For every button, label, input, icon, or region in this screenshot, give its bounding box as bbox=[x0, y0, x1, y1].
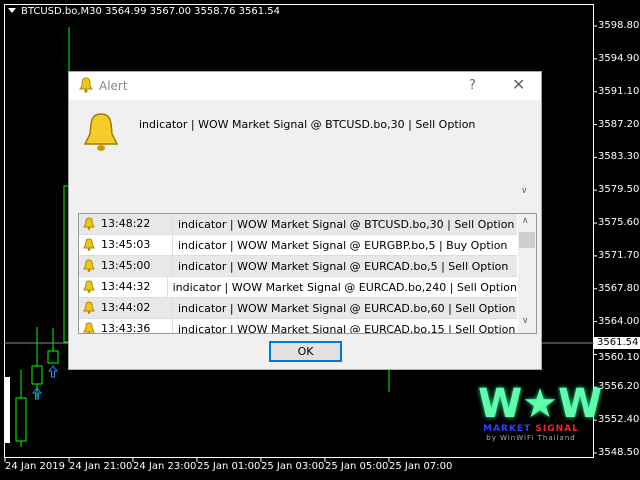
price-axis-label: 3548.50 bbox=[598, 447, 640, 458]
volume-bar bbox=[4, 377, 10, 443]
candle-body bbox=[31, 365, 43, 385]
dialog-titlebar[interactable]: Alert ? ✕ bbox=[69, 72, 541, 100]
alert-row-message: indicator | WOW Market Signal @ EURCAD.b… bbox=[172, 280, 517, 294]
price-axis-label: 3591.10 bbox=[598, 85, 640, 97]
time-axis-label: 25 Jan 03:00 bbox=[261, 461, 325, 472]
bell-icon bbox=[79, 77, 93, 93]
close-button[interactable]: ✕ bbox=[512, 75, 525, 94]
bell-icon bbox=[83, 280, 95, 293]
price-axis-label: 3575.60 bbox=[598, 217, 640, 229]
alert-dialog: Alert ? ✕ indicator | WOW Market Signal … bbox=[68, 71, 542, 370]
price-axis-label: 3567.80 bbox=[598, 282, 640, 294]
buy-arrow-icon bbox=[47, 365, 59, 378]
price-axis-label: 3552.40 bbox=[598, 414, 640, 426]
wow-market-signal-logo: W★W MARKET SIGNAL by WinWiFi Thailand bbox=[478, 381, 603, 442]
symbol-info: BTCUSD.bo,M30 3564.99 3567.00 3558.76 35… bbox=[8, 6, 280, 17]
price-axis-label: 3598.80 bbox=[598, 20, 640, 31]
alert-row[interactable]: 13:45:00 indicator | WOW Market Signal @ … bbox=[79, 256, 517, 277]
alert-row[interactable]: 13:45:03 indicator | WOW Market Signal @ … bbox=[79, 235, 517, 256]
bell-icon bbox=[83, 301, 95, 314]
alert-row-message: indicator | WOW Market Signal @ BTCUSD.b… bbox=[178, 217, 515, 231]
scroll-down-icon[interactable]: ∨ bbox=[521, 186, 528, 196]
price-axis-label: 3579.50 bbox=[598, 184, 640, 196]
symbol-ohlc: BTCUSD.bo,M30 3564.99 3567.00 3558.76 35… bbox=[21, 6, 281, 17]
logo-market: MARKET bbox=[483, 424, 532, 434]
message-box[interactable]: indicator | WOW Market Signal @ BTCUSD.b… bbox=[133, 108, 528, 206]
scrollbar-thumb[interactable] bbox=[519, 232, 535, 248]
time-axis-label: 25 Jan 05:00 bbox=[325, 461, 389, 472]
price-axis-label: 3560.10 bbox=[598, 352, 640, 364]
price-axis-label: 3556.20 bbox=[598, 381, 640, 393]
alert-history-list[interactable]: 13:48:22 indicator | WOW Market Signal @ … bbox=[78, 213, 537, 334]
dropdown-triangle-icon[interactable] bbox=[8, 8, 16, 13]
scroll-down-icon[interactable]: ∨ bbox=[522, 316, 529, 326]
bell-icon bbox=[83, 259, 95, 272]
candle-body bbox=[47, 350, 59, 364]
time-axis-label: 25 Jan 01:00 bbox=[197, 461, 261, 472]
price-axis-label: 3571.70 bbox=[598, 249, 640, 261]
time-axis-label: 24 Jan 21:00 bbox=[69, 461, 133, 472]
price-axis-label: 3594.90 bbox=[598, 52, 640, 64]
alert-row[interactable]: 13:48:22 indicator | WOW Market Signal @ … bbox=[79, 214, 517, 235]
alert-row-message: indicator | WOW Market Signal @ EURCAD.b… bbox=[178, 259, 509, 273]
bell-icon bbox=[83, 238, 95, 251]
logo-byline: by WinWiFi Thailand bbox=[486, 434, 576, 442]
list-scrollbar[interactable]: ∧ ∨ bbox=[518, 214, 536, 333]
bell-icon bbox=[83, 217, 95, 230]
logo-signal: SIGNAL bbox=[535, 424, 579, 434]
current-price-label: 3561.54 bbox=[594, 337, 640, 349]
price-axis-label: 3587.20 bbox=[598, 118, 640, 130]
alert-message: indicator | WOW Market Signal @ BTCUSD.b… bbox=[139, 118, 476, 131]
candle-body bbox=[15, 397, 27, 442]
price-axis-label: 3564.00 bbox=[598, 315, 640, 327]
ok-button[interactable]: OK bbox=[269, 341, 342, 362]
alert-row-message: indicator | WOW Market Signal @ EURCAD.b… bbox=[178, 301, 516, 315]
time-axis-label: 25 Jan 07:00 bbox=[389, 461, 453, 472]
alert-bell-icon bbox=[83, 113, 119, 151]
dialog-title: Alert bbox=[99, 79, 128, 93]
logo-wow: W★W bbox=[478, 381, 603, 427]
alert-row[interactable]: 13:44:02 indicator | WOW Market Signal @ … bbox=[79, 298, 517, 319]
alert-row-message: indicator | WOW Market Signal @ EURGBP.b… bbox=[178, 238, 508, 252]
price-axis-label: 3583.30 bbox=[598, 151, 640, 163]
time-axis-label: 24 Jan 23:00 bbox=[133, 461, 197, 472]
scroll-up-icon[interactable]: ∧ bbox=[522, 216, 529, 226]
time-axis-label: 24 Jan 2019 bbox=[5, 461, 65, 472]
alert-row[interactable]: 13:43:36 indicator | WOW Market Signal @ … bbox=[79, 319, 517, 334]
alert-row-message: indicator | WOW Market Signal @ EURCAD.b… bbox=[178, 322, 516, 334]
bell-icon bbox=[83, 322, 95, 333]
help-button[interactable]: ? bbox=[469, 78, 476, 93]
alert-row[interactable]: 13:44:32 indicator | WOW Market Signal @ … bbox=[79, 277, 517, 298]
